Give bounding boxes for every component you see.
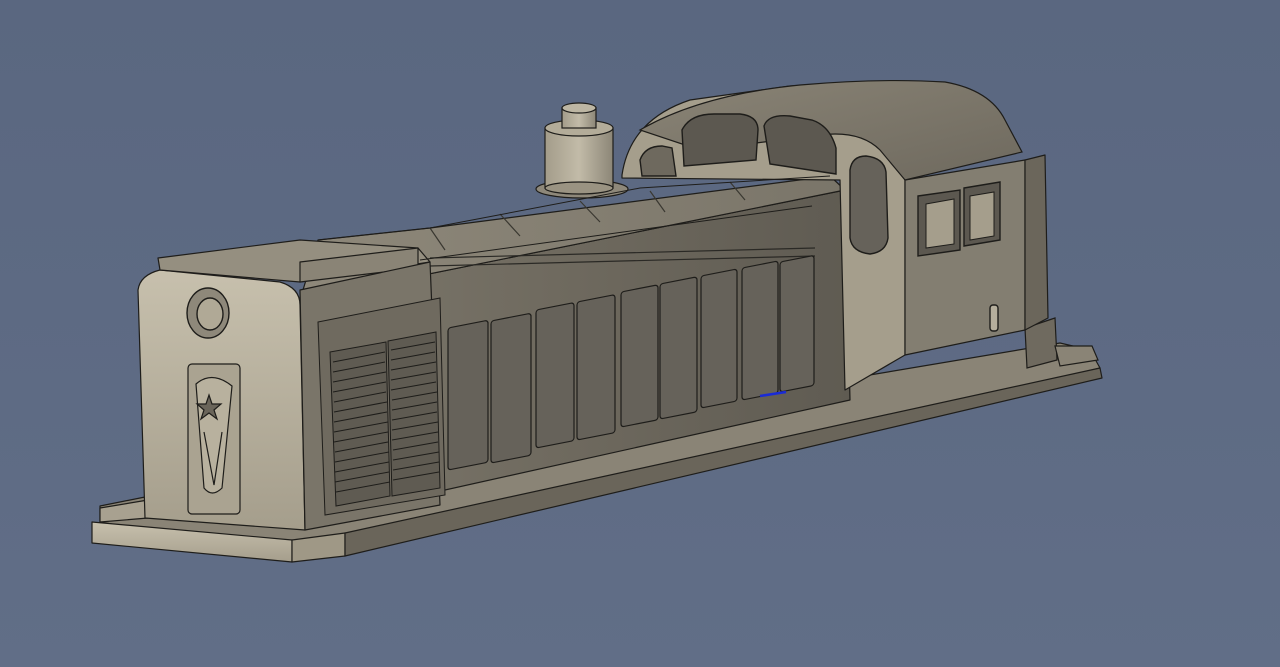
3d-viewport[interactable]	[0, 0, 1280, 667]
exhaust-stack[interactable]	[535, 102, 629, 199]
locomotive-model[interactable]	[0, 0, 1280, 667]
door-pair-4	[700, 255, 815, 409]
front-louvers	[317, 297, 446, 516]
headlight[interactable]	[186, 287, 230, 339]
star-emblem	[187, 363, 241, 515]
